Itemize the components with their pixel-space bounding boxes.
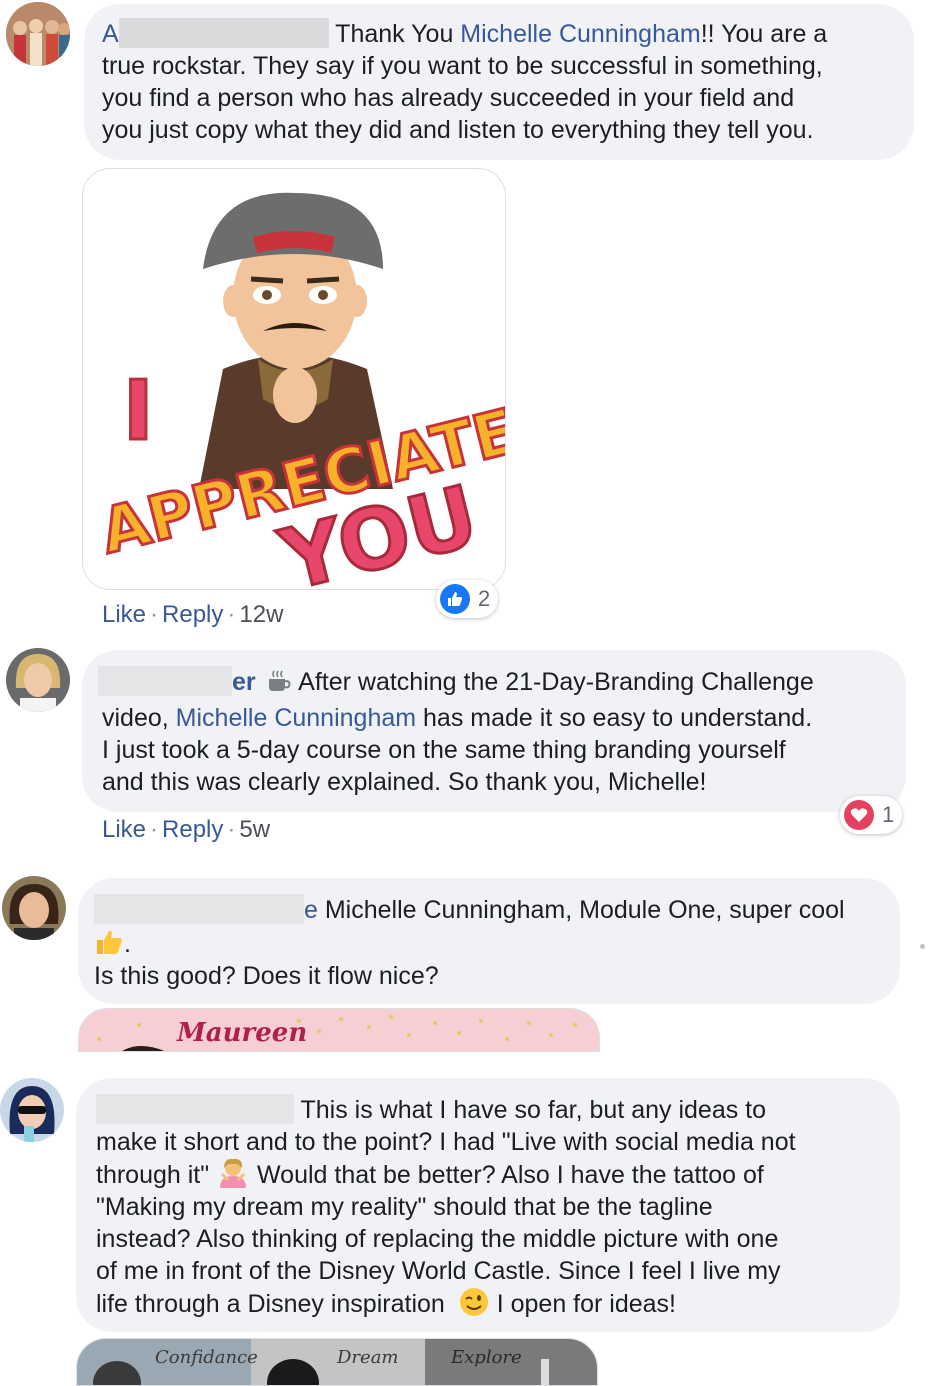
more-options-dot[interactable] — [920, 944, 925, 949]
image-label: Dream — [336, 1347, 399, 1368]
group-photo-icon — [6, 2, 70, 66]
thumbs-up-emoji-icon — [97, 930, 122, 954]
comment-actions: Like · Reply · 5w — [102, 816, 271, 843]
profile-photo-icon — [6, 648, 70, 712]
timestamp[interactable]: 5w — [239, 816, 270, 843]
like-reaction-icon — [440, 584, 470, 614]
comment-line: of me in front of the Disney World Castl… — [96, 1257, 781, 1285]
comment-line: Is this good? Does it flow nice? — [94, 962, 439, 990]
comment-bubble: er After watching the 21-Day-Branding Ch… — [82, 650, 906, 812]
comment-text: life through a Disney inspiration — [96, 1290, 445, 1318]
mention-link[interactable]: Michelle Cunningham — [460, 20, 700, 48]
comment-line: and this was clearly explained. So thank… — [102, 768, 707, 796]
coffee-icon — [268, 670, 291, 691]
image-label: Confidance — [155, 1347, 258, 1368]
winking-face-emoji-icon — [459, 1288, 488, 1316]
comment-line: true rockstar. They say if you want to b… — [102, 52, 823, 80]
comment-line: you just copy what they did and listen t… — [102, 116, 814, 144]
comment-text: Michelle Cunningham, Module One, super c… — [317, 896, 845, 924]
comment-bubble: e Michelle Cunningham, Module One, super… — [78, 878, 900, 1004]
image-attachment[interactable]: Confidance Dream Explore — [76, 1338, 598, 1386]
comment-text: !! You are a — [700, 20, 828, 48]
comment-bubble: This is what I have so far, but any idea… — [76, 1078, 900, 1332]
love-reaction-icon — [844, 800, 874, 830]
comment-line: I just took a 5-day course on the same t… — [102, 736, 786, 764]
reaction-count[interactable]: 2 — [436, 580, 499, 618]
comment-line: you find a person who has already succee… — [102, 84, 795, 112]
avatar[interactable] — [6, 2, 70, 66]
comment-line: "Making my dream my reality" should that… — [96, 1193, 713, 1221]
comment-text: Would that be better? Also I have the ta… — [250, 1161, 764, 1189]
redacted-name — [118, 18, 329, 48]
reply-link[interactable]: Reply — [162, 601, 223, 628]
comment-text: video, — [102, 704, 176, 732]
avatar[interactable] — [6, 648, 70, 712]
sticker-attachment[interactable]: I APPRECIATE YOU — [82, 168, 506, 590]
image-caption: Maureen — [176, 1018, 307, 1048]
comment-bubble: A Thank You Michelle Cunningham!! You ar… — [84, 4, 914, 160]
avatar[interactable] — [2, 876, 66, 940]
sticker-text: I — [123, 364, 154, 459]
profile-photo-icon — [2, 876, 66, 940]
avatar[interactable] — [0, 1078, 64, 1142]
profile-photo-icon — [0, 1078, 64, 1142]
comment-text: After watching the 21-Day-Branding Chall… — [292, 668, 814, 696]
reply-link[interactable]: Reply — [162, 816, 223, 843]
reaction-count-text: 2 — [478, 586, 491, 611]
collage-image-icon: Confidance Dream Explore — [77, 1339, 597, 1385]
branding-image-icon: Maureen — [97, 1015, 577, 1051]
redacted-name — [96, 1094, 294, 1124]
redacted-name — [98, 666, 232, 696]
image-attachment[interactable]: Maureen — [78, 1008, 600, 1052]
bitmoji-sticker-icon: I APPRECIATE YOU — [92, 192, 505, 589]
reaction-count-text: 1 — [882, 802, 895, 827]
commenter-name[interactable]: e — [304, 896, 318, 924]
redacted-name — [94, 894, 304, 924]
person-gesturing-emoji-icon — [220, 1158, 247, 1188]
like-link[interactable]: Like — [102, 816, 146, 843]
mention-link[interactable]: Michelle Cunningham — [176, 704, 416, 732]
reaction-count[interactable]: 1 — [840, 796, 903, 834]
comment-line: make it short and to the point? I had "L… — [96, 1128, 796, 1156]
commenter-name[interactable]: A — [102, 20, 119, 48]
image-label: Explore — [450, 1347, 522, 1368]
comment-line: instead? Also thinking of replacing the … — [96, 1225, 779, 1253]
comment-text: This is what I have so far, but any idea… — [294, 1096, 767, 1124]
like-link[interactable]: Like — [102, 601, 146, 628]
comment-text: has made it so easy to understand. — [416, 704, 813, 732]
commenter-name[interactable]: er — [232, 668, 256, 696]
comment-text: . — [124, 930, 131, 958]
comment-text: through it" — [96, 1161, 210, 1189]
comment-text: Thank You — [328, 20, 461, 48]
comment-text: I open for ideas! — [489, 1290, 676, 1318]
comment-actions: Like · Reply · 12w — [102, 601, 284, 628]
timestamp[interactable]: 12w — [239, 601, 283, 628]
